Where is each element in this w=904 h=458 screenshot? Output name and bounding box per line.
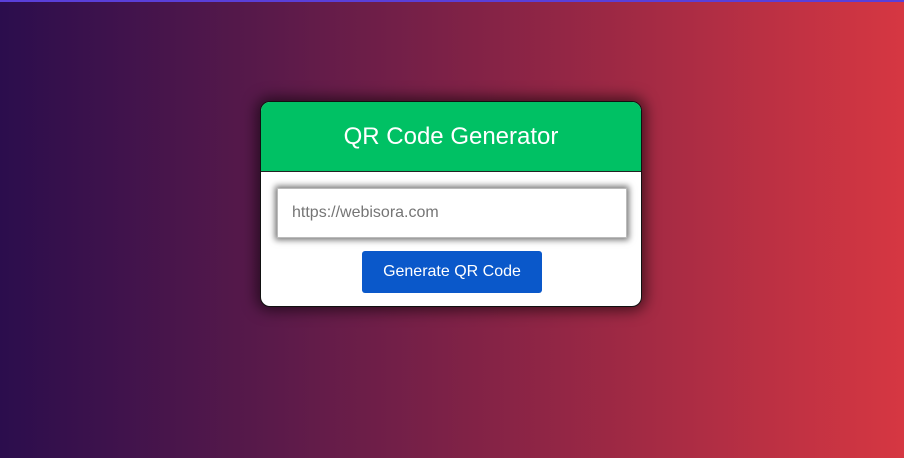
page-title: QR Code Generator: [343, 122, 559, 150]
top-border-line: [0, 0, 904, 2]
url-input-wrapper: [277, 188, 627, 238]
generate-qr-button[interactable]: Generate QR Code: [362, 251, 542, 293]
qr-generator-card: QR Code Generator Generate QR Code: [260, 101, 642, 307]
url-input[interactable]: [278, 189, 626, 237]
card-header: QR Code Generator: [261, 102, 641, 172]
